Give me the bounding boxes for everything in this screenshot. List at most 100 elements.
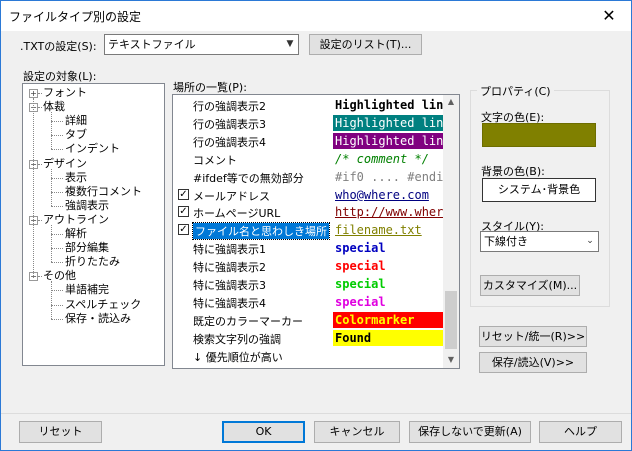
tree-item[interactable]: 表示 <box>65 171 87 185</box>
chevron-down-icon: ⌄ <box>586 236 594 246</box>
tree-connector <box>51 149 63 151</box>
checkbox[interactable]: ✓ <box>178 188 189 200</box>
list-row-sample: special <box>333 258 443 275</box>
tree-item[interactable]: 体裁 <box>43 100 65 114</box>
list-row-sample: special <box>333 276 443 292</box>
tree-item[interactable]: 強調表示 <box>65 199 109 213</box>
tree-label: 設定の対象(L): <box>23 70 97 83</box>
list-row[interactable]: 特に強調表示1 special <box>173 239 443 257</box>
list-row[interactable]: ✓ ホームページURL http://www.where <box>173 203 443 221</box>
tree-item-label: 保存・読込み <box>65 311 131 325</box>
list-row-label: 特に強調表示3 <box>193 279 266 292</box>
tree-item[interactable]: スペルチェック <box>65 298 141 312</box>
list-row-sample: Highlighted line <box>333 97 443 113</box>
tree-item[interactable]: その他 <box>43 269 76 283</box>
tree-connector <box>38 93 42 94</box>
settings-list-button[interactable]: 設定のリスト(T)... <box>309 34 422 55</box>
tree-item[interactable]: フォント <box>43 86 87 100</box>
tree-item[interactable]: アウトライン <box>43 213 109 227</box>
tree-connector <box>51 135 63 137</box>
list-row-sample: Highlighted line <box>333 114 443 131</box>
customize-button[interactable]: カスタマイズ(M)... <box>480 275 580 296</box>
list-row-label: ファイル名と思わしき場所 <box>192 222 330 241</box>
close-icon[interactable]: ✕ <box>587 1 631 31</box>
list-row[interactable]: 特に強調表示2 special <box>173 257 443 275</box>
tree-item[interactable]: デザイン <box>43 157 87 171</box>
list-row-sample: special <box>333 293 443 310</box>
scroll-up-icon[interactable]: ▲ <box>443 95 459 109</box>
tree-connector <box>38 219 42 221</box>
reset-unify-button[interactable]: リセット/統一(R)>> <box>479 326 587 347</box>
checkbox[interactable]: ✓ <box>178 224 189 236</box>
save-load-button[interactable]: 保存/読込(V)>> <box>479 352 587 373</box>
scroll-down-icon[interactable]: ▼ <box>443 353 459 367</box>
dialog-window: ファイルタイプ別の設定 ✕ .TXTの設定(S): テキストファイル ▼ 設定の… <box>0 0 632 451</box>
list-row[interactable]: 特に強調表示4 special <box>173 293 443 311</box>
tree-item-label: 体裁 <box>43 100 65 114</box>
properties-legend: プロパティ(C) <box>477 83 554 99</box>
style-select[interactable]: 下線付き ⌄ <box>480 231 599 252</box>
list-row[interactable]: #ifdef等での無効部分 #if0 .... #endif <box>173 168 443 186</box>
tree-item-label: 強調表示 <box>65 198 109 212</box>
update-without-save-button[interactable]: 保存しないで更新(A) <box>409 421 531 443</box>
reset-button[interactable]: リセット <box>19 421 102 443</box>
list-row-label: 行の強調表示4 <box>193 135 266 149</box>
tree-item[interactable]: 複数行コメント <box>65 185 142 199</box>
bg-color-button[interactable]: システム･背景色 <box>482 178 596 202</box>
tree-connector <box>51 177 63 179</box>
expand-icon[interactable]: + <box>29 89 38 98</box>
tree-item[interactable]: 保存・読込み <box>65 312 131 326</box>
list-row[interactable]: 行の強調表示4 Highlighted line <box>173 132 443 150</box>
tree-guide <box>51 112 52 150</box>
list-row[interactable]: ✓ ファイル名と思わしき場所 filename.txt <box>173 221 443 241</box>
tree-root-guide <box>33 98 34 279</box>
cancel-button[interactable]: キャンセル <box>314 421 400 443</box>
tree-item[interactable]: タブ <box>65 128 87 142</box>
list-row-label: 行の強調表示3 <box>193 117 266 131</box>
list-row[interactable]: ↓ 優先順位が高い <box>173 347 443 365</box>
list-row[interactable]: 検索文字列の強調 Found <box>173 329 443 347</box>
help-button[interactable]: ヘルプ <box>539 421 622 443</box>
tree-item-label: 表示 <box>65 170 87 184</box>
list-row[interactable]: ✓ メールアドレス who@where.com <box>173 186 443 204</box>
tree-connector <box>51 191 63 193</box>
tree-item[interactable]: 部分編集 <box>65 241 109 255</box>
list-row[interactable]: 特に強調表示3 special <box>173 275 443 293</box>
text-color-button[interactable] <box>482 123 596 147</box>
tree-guide <box>51 224 52 263</box>
scroll-thumb[interactable] <box>445 291 457 349</box>
window-title: ファイルタイプ別の設定 <box>9 10 142 24</box>
ok-button[interactable]: OK <box>222 421 305 443</box>
list-row[interactable]: 行の強調表示3 Highlighted line <box>173 114 443 132</box>
file-type-value: テキストファイル <box>108 38 196 51</box>
style-value: 下線付き <box>484 235 528 248</box>
tree-item[interactable]: インデント <box>65 142 120 156</box>
tree-connector <box>51 290 63 292</box>
list-scrollbar[interactable]: ▲ ▼ <box>443 95 459 368</box>
checkbox[interactable]: ✓ <box>178 206 189 218</box>
tree-item-label: 複数行コメント <box>65 184 142 198</box>
tree-item[interactable]: 詳細 <box>65 114 87 128</box>
settings-tree[interactable]: フォント + 体裁 − 詳細 タブ インデント デザイン − 表示 複数行コメント 強調表示 アウトライ… <box>22 83 165 366</box>
list-row-sample: Found <box>333 329 443 346</box>
list-row-sample: #if0 .... #endif <box>333 168 443 185</box>
list-row[interactable]: 既定のカラーマーカー Colormarker <box>173 311 443 329</box>
list-row[interactable]: 行の強調表示2 Highlighted line <box>173 96 443 114</box>
list-row-label: 特に強調表示4 <box>193 296 266 310</box>
tree-item[interactable]: 単語補完 <box>65 283 109 297</box>
file-type-select[interactable]: テキストファイル ▼ <box>104 34 299 55</box>
tree-connector <box>51 121 63 123</box>
location-list[interactable]: 行の強調表示2 Highlighted line 行の強調表示3 Highlighte… <box>172 94 460 369</box>
list-row-sample: Highlighted line <box>333 132 443 149</box>
tree-connector <box>51 304 63 306</box>
list-row-sample: filename.txt <box>333 222 443 239</box>
tree-connector <box>51 205 63 207</box>
tree-connector <box>51 234 63 235</box>
tree-connector <box>51 262 63 264</box>
list-row-label: 特に強調表示2 <box>193 261 266 275</box>
tree-item[interactable]: 折りたたみ <box>65 255 120 269</box>
tree-item-label: インデント <box>65 142 120 156</box>
list-row[interactable]: コメント /* comment */ <box>173 150 443 168</box>
tree-item[interactable]: 解析 <box>65 227 87 241</box>
list-row-label: メールアドレス <box>193 189 270 203</box>
